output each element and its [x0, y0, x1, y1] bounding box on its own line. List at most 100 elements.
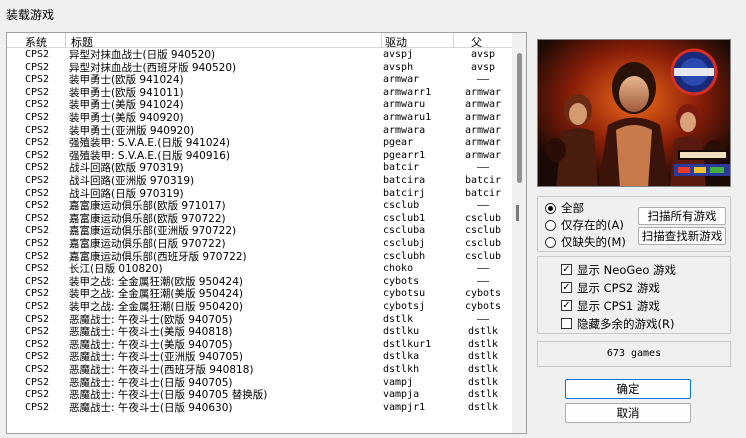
radio-existing[interactable] — [545, 220, 556, 231]
cell-driver: cscluba — [383, 225, 426, 237]
cell-title: 战斗回路(欧版 970319) — [69, 162, 184, 175]
cell-title: 恶魔战士: 午夜斗士(日版 940630) — [69, 401, 233, 414]
cell-title: 恶魔战士: 午夜斗士(西班牙版 940818) — [69, 364, 254, 376]
cell-system: CPS2 — [25, 99, 50, 111]
table-row[interactable]: CPS2 装甲勇士(美版 941024) armwaru armwar — [7, 99, 513, 111]
header-parent[interactable]: 父 — [471, 34, 482, 50]
table-row[interactable]: CPS2 恶魔战士: 午夜斗士(日版 940705 替换版) vampja dstlk — [7, 389, 513, 401]
preview-artwork — [538, 40, 730, 186]
cell-parent: dstlk — [467, 351, 499, 363]
table-row[interactable]: CPS2 异型对抹血战士(日版 940520) avspj avsp — [7, 49, 513, 61]
cell-parent: dstlk — [467, 338, 499, 350]
table-row[interactable]: CPS2 强殖装甲: S.V.A.E.(日版 940916) pgearr1 armw… — [7, 150, 513, 162]
table-row[interactable]: CPS2 强殖装甲: S.V.A.E.(日版 941024) pgear armwar — [7, 137, 513, 149]
header-driver[interactable]: 驱动 — [385, 34, 407, 50]
cell-driver: dstlk — [383, 313, 414, 325]
table-row[interactable]: CPS2 长江(日版 010820) choko —— — [7, 263, 513, 275]
header-separator[interactable] — [453, 33, 454, 48]
table-row[interactable]: CPS2 嘉富康运动俱乐部(亚洲版 970722) cscluba csclub — [7, 225, 513, 237]
list-header: 系统 标题 驱动 父 — [7, 33, 513, 50]
neogeo-label[interactable]: 显示 NeoGeo 游戏 — [577, 262, 676, 278]
table-row[interactable]: CPS2 嘉富康运动俱乐部(欧版 970722) csclub1 csclub — [7, 213, 513, 225]
table-row[interactable]: CPS2 嘉富康运动俱乐部(日版 970722) csclubj csclub — [7, 238, 513, 250]
cell-title: 强殖装甲: S.V.A.E.(日版 940916) — [69, 149, 230, 162]
header-separator[interactable] — [65, 33, 66, 48]
radio-missing[interactable] — [545, 237, 556, 248]
radio-missing-label[interactable]: 仅缺失的(M) — [561, 234, 626, 250]
cell-driver: batcira — [383, 175, 426, 186]
cell-parent: cybots — [464, 288, 502, 300]
table-row[interactable]: CPS2 装甲之战: 全金属狂潮(欧版 950424) cybots —— — [7, 276, 513, 288]
game-list[interactable]: 系统 标题 驱动 父 CPS2 异型对抹血战士(日版 940520) avspj av… — [6, 32, 527, 434]
cell-title: 嘉富康运动俱乐部(日版 970722) — [69, 238, 226, 250]
cps1-checkbox[interactable]: ✓ — [561, 300, 572, 311]
cell-parent: —— — [476, 74, 490, 86]
cell-driver: csclub — [383, 200, 420, 212]
header-system[interactable]: 系统 — [25, 34, 47, 50]
cell-title: 强殖装甲: S.V.A.E.(日版 941024) — [69, 137, 230, 150]
table-row[interactable]: CPS2 恶魔战士: 午夜斗士(美版 940818) dstlku dstlk — [7, 326, 513, 338]
hide-extra-label[interactable]: 隐藏多余的游戏(R) — [577, 316, 674, 332]
table-row[interactable]: CPS2 装甲勇士(美版 940920) armwaru1 armwar — [7, 112, 513, 124]
cell-parent: armwar — [464, 124, 502, 136]
game-preview-image — [537, 39, 731, 187]
cell-system: CPS2 — [25, 86, 50, 98]
cell-system: CPS2 — [25, 124, 50, 136]
header-separator[interactable] — [381, 33, 382, 48]
cell-driver: armwarr1 — [383, 86, 432, 98]
cell-title: 异型对抹血战士(日版 940520) — [69, 49, 216, 61]
table-row[interactable]: CPS2 战斗回路(欧版 970319) batcir —— — [7, 162, 513, 174]
table-row[interactable]: CPS2 嘉富康运动俱乐部(西班牙版 970722) csclubh csclub — [7, 251, 513, 263]
cancel-button[interactable]: 取消 — [565, 403, 691, 423]
table-row[interactable]: CPS2 战斗回路(亚洲版 970319) batcira batcir — [7, 175, 513, 187]
table-row[interactable]: CPS2 恶魔战士: 午夜斗士(日版 940705) vampj dstlk — [7, 377, 513, 389]
table-row[interactable]: CPS2 异型对抹血战士(西班牙版 940520) avsph avsp — [7, 62, 513, 74]
table-row[interactable]: CPS2 战斗回路(日版 970319) batcirj batcir — [7, 188, 513, 200]
cps1-label[interactable]: 显示 CPS1 游戏 — [577, 298, 660, 314]
scan-all-button[interactable]: 扫描所有游戏 — [638, 207, 726, 225]
table-row[interactable]: CPS2 装甲勇士(亚洲版 940920) armwara armwar — [7, 125, 513, 137]
cell-system: CPS2 — [25, 137, 50, 149]
cell-driver: cybotsu — [383, 288, 426, 300]
radio-all-label[interactable]: 全部 — [561, 200, 584, 216]
cell-system: CPS2 — [25, 238, 50, 249]
table-row[interactable]: CPS2 恶魔战士: 午夜斗士(日版 940630) vampjr1 dstlk — [7, 402, 513, 414]
table-row[interactable]: CPS2 恶魔战士: 午夜斗士(西班牙版 940818) dstlkh dstlk — [7, 364, 513, 376]
header-title[interactable]: 标题 — [71, 34, 93, 50]
vertical-scrollbar[interactable] — [512, 33, 526, 433]
cell-parent: armwar — [464, 137, 502, 149]
ok-button[interactable]: 确定 — [565, 379, 691, 399]
table-row[interactable]: CPS2 恶魔战士: 午夜斗士(亚洲版 940705) dstlka dstlk — [7, 351, 513, 363]
cell-title: 恶魔战士: 午夜斗士(日版 940705) — [69, 376, 233, 389]
cell-driver: armwar — [383, 74, 420, 86]
panel-splitter[interactable] — [516, 205, 519, 221]
table-row[interactable]: CPS2 恶魔战士: 午夜斗士(欧版 940705) dstlk —— — [7, 314, 513, 326]
cell-parent: csclub — [464, 250, 502, 262]
scrollbar-thumb[interactable] — [517, 53, 522, 183]
scan-new-button[interactable]: 扫描查找新游戏 — [638, 227, 726, 245]
table-row[interactable]: CPS2 装甲之战: 全金属狂潮(日版 950420) cybotsj cybots — [7, 301, 513, 313]
table-row[interactable]: CPS2 装甲勇士(欧版 941024) armwar —— — [7, 74, 513, 86]
cps2-checkbox[interactable]: ✓ — [561, 282, 572, 293]
cell-driver: csclubj — [383, 238, 426, 249]
radio-all[interactable] — [545, 203, 556, 214]
cell-system: CPS2 — [25, 61, 50, 73]
table-row[interactable]: CPS2 装甲之战: 全金属狂潮(美版 950424) cybotsu cybots — [7, 288, 513, 300]
cps2-label[interactable]: 显示 CPS2 游戏 — [577, 280, 660, 296]
table-row[interactable]: CPS2 恶魔战士: 午夜斗士(美版 940705) dstlkur1 dstlk — [7, 339, 513, 351]
filter-group: 全部 仅存在的(A) 仅缺失的(M) 扫描所有游戏 扫描查找新游戏 — [537, 196, 731, 252]
cell-parent: —— — [476, 313, 490, 325]
cell-title: 恶魔战士: 午夜斗士(美版 940705) — [69, 338, 233, 351]
cell-parent: —— — [476, 200, 490, 212]
cell-title: 异型对抹血战士(西班牙版 940520) — [69, 61, 237, 74]
cell-system: CPS2 — [25, 389, 50, 401]
cell-system: CPS2 — [25, 288, 50, 300]
cell-system: CPS2 — [25, 149, 50, 161]
cell-title: 战斗回路(亚洲版 970319) — [69, 175, 195, 187]
table-row[interactable]: CPS2 装甲勇士(欧版 941011) armwarr1 armwar — [7, 87, 513, 99]
hide-extra-checkbox[interactable] — [561, 318, 572, 329]
neogeo-checkbox[interactable]: ✓ — [561, 264, 572, 275]
cell-parent: dstlk — [467, 389, 499, 401]
table-row[interactable]: CPS2 嘉富康运动俱乐部(欧版 971017) csclub —— — [7, 200, 513, 212]
radio-existing-label[interactable]: 仅存在的(A) — [561, 217, 624, 233]
